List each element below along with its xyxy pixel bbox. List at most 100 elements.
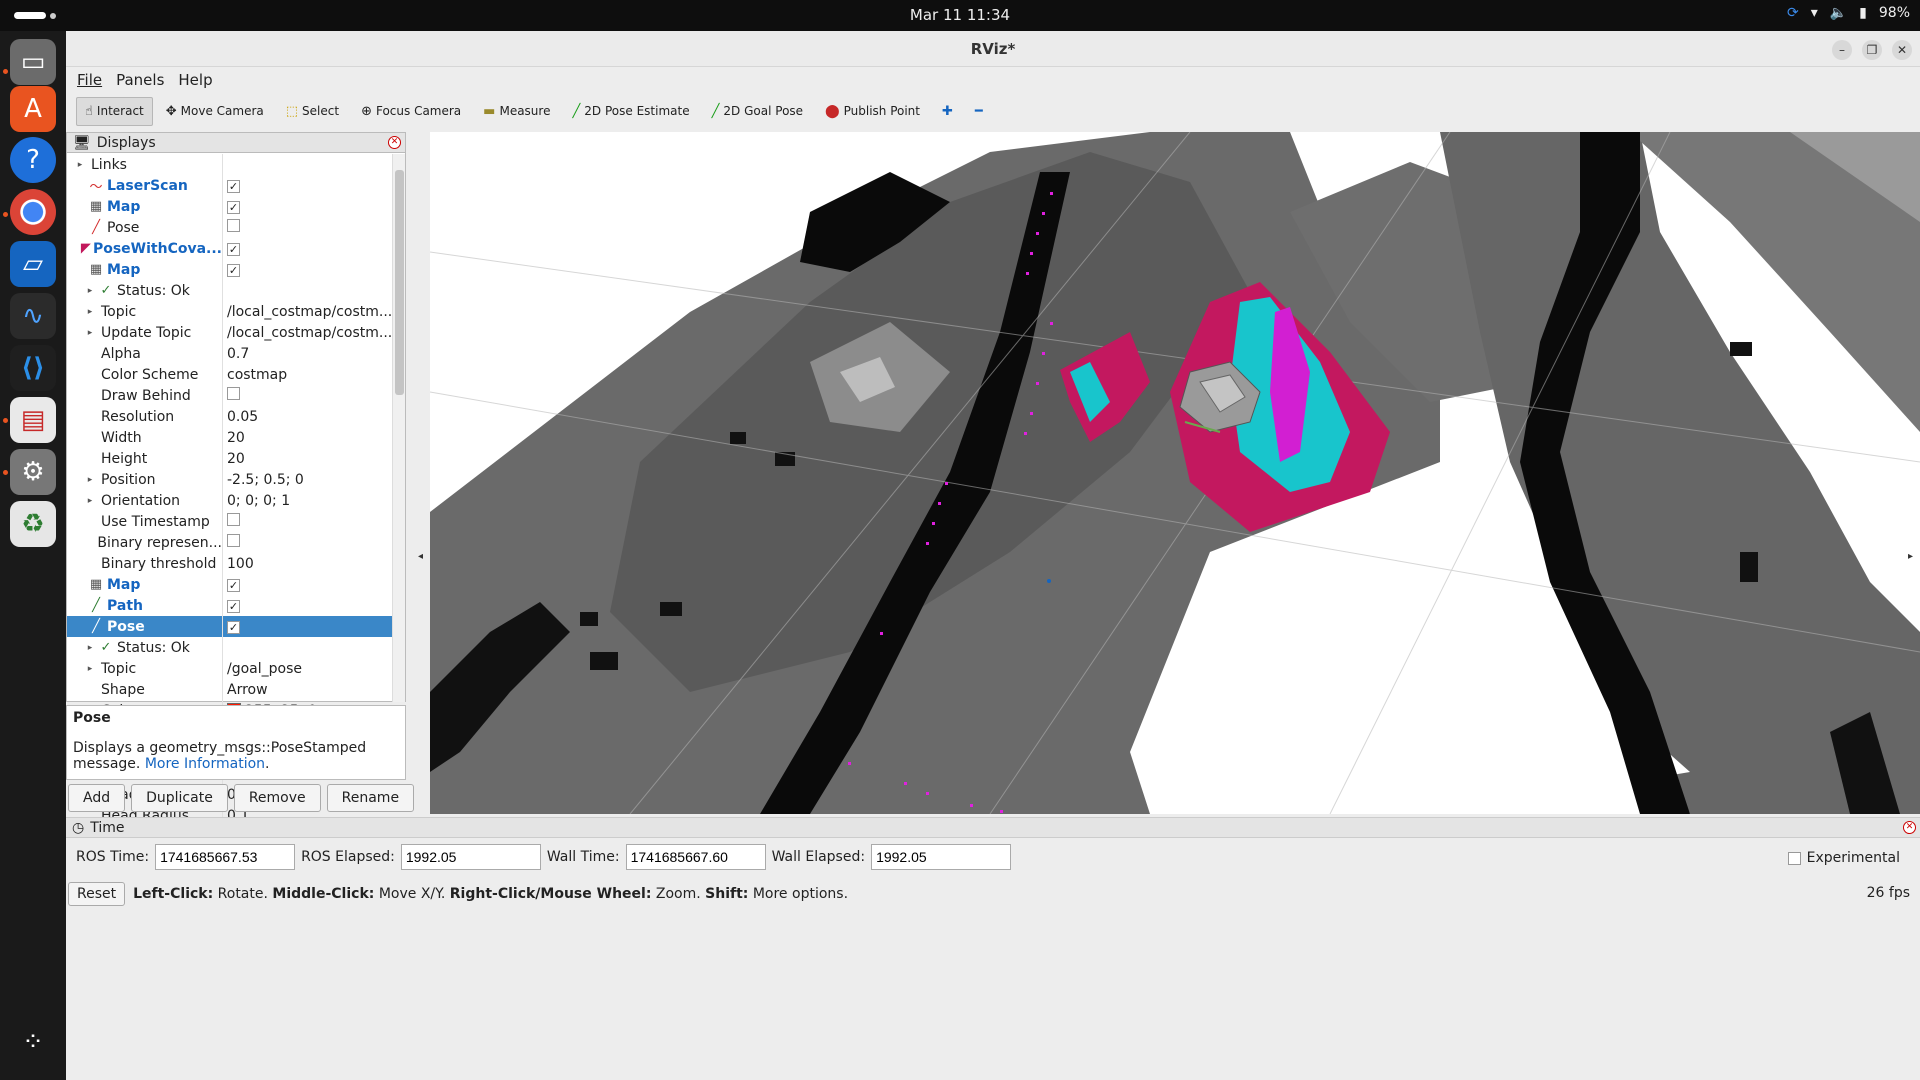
enable-checkbox[interactable] <box>227 219 240 232</box>
display-row[interactable]: ▸ ✓ Status: Ok <box>67 280 393 301</box>
system-monitor-icon[interactable]: ∿ <box>10 293 56 339</box>
expand-arrow-icon[interactable]: ▸ <box>83 475 97 485</box>
row-value-cell[interactable]: Arrow <box>223 682 393 698</box>
document-viewer-icon[interactable]: ▤ <box>10 397 56 443</box>
row-value-cell[interactable]: ✓ <box>223 577 393 593</box>
display-row[interactable]: ╱ Pose ✓ <box>67 616 393 637</box>
collapse-left-arrow[interactable]: ◂ <box>418 551 423 562</box>
row-value-cell[interactable]: ✓ <box>223 619 393 635</box>
show-apps-icon[interactable]: ⁘ <box>10 1019 56 1065</box>
row-value-cell[interactable]: 0.05 <box>223 409 393 425</box>
display-row[interactable]: Height 20 <box>67 448 393 469</box>
display-row[interactable]: Draw Behind <box>67 385 393 406</box>
display-row[interactable]: ▦ Map ✓ <box>67 196 393 217</box>
row-value-cell[interactable]: 20 <box>223 451 393 467</box>
remove-button[interactable]: Remove <box>233 784 321 812</box>
row-value-cell[interactable] <box>223 387 393 404</box>
display-row[interactable]: Binary threshold 100 <box>67 553 393 574</box>
display-row[interactable]: ╱ Pose <box>67 217 393 238</box>
enable-checkbox[interactable] <box>227 387 240 400</box>
tool-measure[interactable]: ▬ Measure <box>474 97 559 126</box>
row-value-cell[interactable]: 0; 0; 0; 1 <box>223 493 393 509</box>
add-button[interactable]: Add <box>68 784 126 812</box>
menu-file[interactable]: File <box>72 69 107 91</box>
help-icon[interactable]: ? <box>10 137 56 183</box>
display-row[interactable]: ╱ Path ✓ <box>67 595 393 616</box>
expand-arrow-icon[interactable]: ▸ <box>83 496 97 506</box>
display-row[interactable]: ▸ Topic/local_costmap/costm... <box>67 301 393 322</box>
duplicate-button[interactable]: Duplicate <box>131 784 228 812</box>
enable-checkbox[interactable]: ✓ <box>227 620 240 634</box>
close-panel-button[interactable]: ✕ <box>388 136 401 149</box>
ros-elapsed-field[interactable] <box>400 844 541 870</box>
row-value-cell[interactable]: 100 <box>223 556 393 572</box>
ros-time-field[interactable] <box>155 844 296 870</box>
expand-arrow-icon[interactable]: ▸ <box>83 643 97 653</box>
enable-checkbox[interactable]: ✓ <box>227 263 240 277</box>
close-time-panel-button[interactable]: ✕ <box>1903 821 1916 834</box>
row-value-cell[interactable] <box>223 219 393 236</box>
more-information-link[interactable]: More Information <box>145 756 265 772</box>
tool-focus-camera[interactable]: ⊕ Focus Camera <box>352 97 470 126</box>
enable-checkbox[interactable] <box>227 534 240 547</box>
tool-2d-pose-estimate[interactable]: ╱ 2D Pose Estimate <box>563 97 698 126</box>
wall-elapsed-field[interactable] <box>871 844 1012 870</box>
system-tray[interactable]: ⟳ ▾ 🔈 ▮ 98% <box>1787 5 1910 21</box>
scrollbar-thumb[interactable] <box>395 170 404 395</box>
app-center-icon[interactable]: A <box>10 86 56 132</box>
row-value-cell[interactable]: ✓ <box>223 262 393 278</box>
tool-2d-goal-pose[interactable]: ╱ 2D Goal Pose <box>703 97 812 126</box>
expand-arrow-icon[interactable]: ▸ <box>83 307 97 317</box>
remove-tool-button[interactable]: ━ <box>966 97 992 126</box>
display-row[interactable]: Resolution 0.05 <box>67 406 393 427</box>
display-row[interactable]: Use Timestamp <box>67 511 393 532</box>
enable-checkbox[interactable]: ✓ <box>227 599 240 613</box>
reset-button[interactable]: Reset <box>68 882 126 906</box>
row-value-cell[interactable]: ✓ <box>223 598 393 614</box>
expand-arrow-icon[interactable]: ▸ <box>83 286 97 296</box>
enable-checkbox[interactable]: ✓ <box>227 179 240 193</box>
title-bar[interactable]: RViz* – ❐ ✕ <box>66 31 1920 67</box>
files-icon[interactable]: ▭ <box>10 39 56 85</box>
row-value-cell[interactable]: /local_costmap/costm... <box>223 304 393 320</box>
chrome-icon[interactable] <box>10 189 56 235</box>
row-value-cell[interactable]: /goal_pose <box>223 661 393 677</box>
minimize-button[interactable]: – <box>1832 40 1852 60</box>
row-value-cell[interactable]: 0.7 <box>223 346 393 362</box>
display-row[interactable]: Width 20 <box>67 427 393 448</box>
row-value-cell[interactable]: costmap <box>223 367 393 383</box>
enable-checkbox[interactable]: ✓ <box>227 200 240 214</box>
add-tool-button[interactable]: ✚ <box>933 97 962 126</box>
row-value-cell[interactable]: /local_costmap/costm... <box>223 325 393 341</box>
row-value-cell[interactable]: 20 <box>223 430 393 446</box>
row-value-cell[interactable]: ✓ <box>223 241 393 257</box>
tool-interact[interactable]: ☝ Interact <box>76 96 153 126</box>
remote-desktop-icon[interactable]: ▱ <box>10 241 56 287</box>
display-row[interactable]: ▸ Links <box>67 154 393 175</box>
row-value-cell[interactable]: -2.5; 0.5; 0 <box>223 472 393 488</box>
display-row[interactable]: ◤ PoseWithCova... ✓ <box>67 238 393 259</box>
3d-render-view[interactable] <box>430 132 1920 814</box>
display-row[interactable]: ▦ Map ✓ <box>67 574 393 595</box>
row-value-cell[interactable] <box>223 513 393 530</box>
clock[interactable]: Mar 11 11:34 <box>0 6 1920 24</box>
displays-scrollbar[interactable] <box>392 154 405 702</box>
display-row[interactable]: ▸ Topic/goal_pose <box>67 658 393 679</box>
settings-icon[interactable]: ⚙ <box>10 449 56 495</box>
wall-time-field[interactable] <box>625 844 766 870</box>
display-row[interactable]: Shape Arrow <box>67 679 393 700</box>
row-value-cell[interactable]: ✓ <box>223 178 393 194</box>
display-row[interactable]: ▸ Position -2.5; 0.5; 0 <box>67 469 393 490</box>
experimental-option[interactable]: Experimental <box>1787 850 1900 866</box>
rename-button[interactable]: Rename <box>326 784 415 812</box>
tool-publish-point[interactable]: ⬤ Publish Point <box>816 97 929 126</box>
expand-arrow-icon[interactable]: ▸ <box>83 664 97 674</box>
menu-panels[interactable]: Panels <box>111 69 169 91</box>
display-row[interactable]: Alpha 0.7 <box>67 343 393 364</box>
expand-arrow-icon[interactable]: ▸ <box>73 160 87 170</box>
tool-select[interactable]: ⬚ Select <box>277 97 348 126</box>
close-button[interactable]: ✕ <box>1892 40 1912 60</box>
display-row[interactable]: ▸ Update Topic/local_costmap/costm... <box>67 322 393 343</box>
row-value-cell[interactable] <box>223 534 393 551</box>
vscode-icon[interactable]: ⟨⟩ <box>10 345 56 391</box>
